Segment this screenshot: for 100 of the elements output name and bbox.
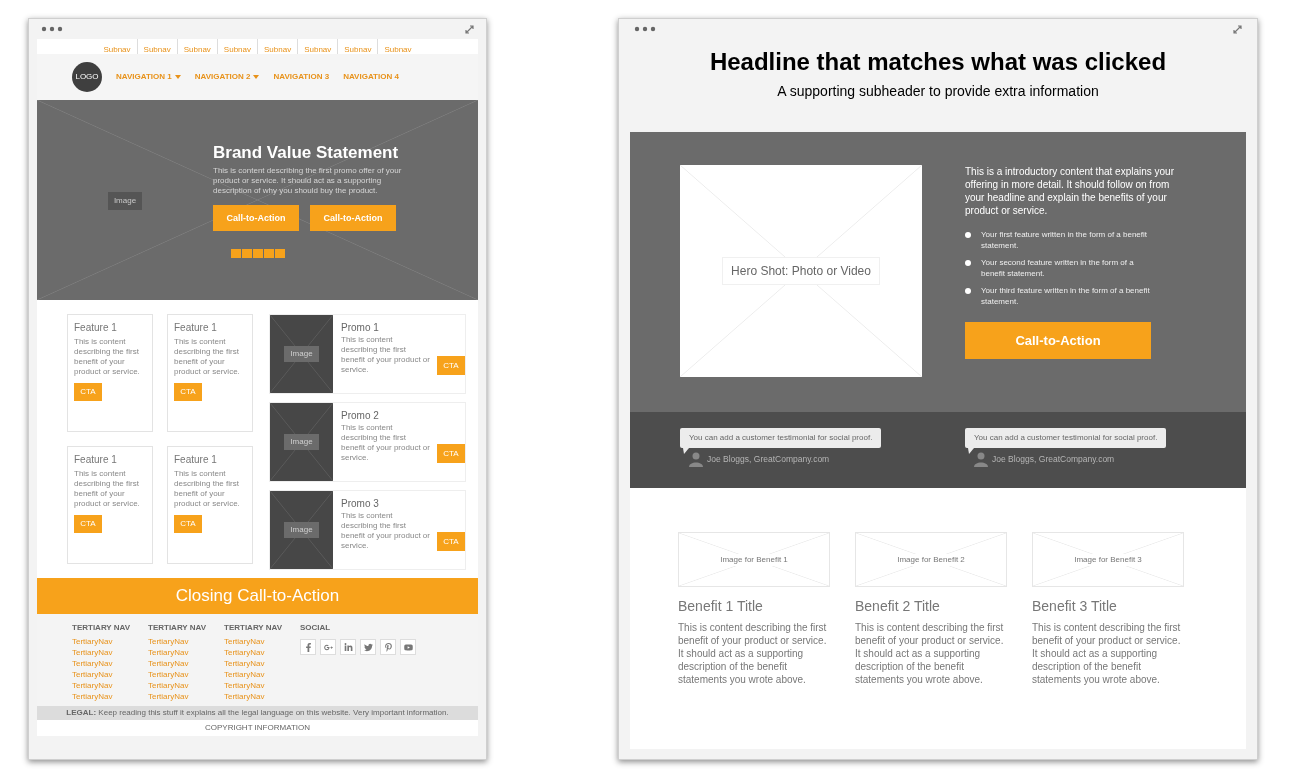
benefit-text: This is content describing the first benefit of your product or service. It should act as a supporting description of the benefit statements you wrote above.: [1032, 621, 1182, 686]
subheader: A supporting subheader to provide extra information: [777, 82, 1099, 101]
subnav-link[interactable]: Subnav: [264, 44, 292, 54]
cta-button[interactable]: CTA: [174, 383, 202, 401]
nav-link[interactable]: NAVIGATION 2: [194, 71, 260, 83]
feature-title: Feature 1: [74, 321, 118, 335]
benefit-title: Benefit 3 Title: [1032, 597, 1118, 616]
bullet-icon: [965, 260, 971, 266]
promo-title: Promo 3: [341, 497, 380, 511]
promo-title: Promo 1: [341, 321, 380, 335]
subnav-link[interactable]: Subnav: [223, 44, 251, 54]
promo-text: This is content describing the first benefit of your product or service.: [341, 423, 431, 463]
nav-link[interactable]: NAVIGATION 3: [273, 71, 330, 83]
hero-title: Brand Value Statement: [213, 142, 400, 164]
footer-link[interactable]: TertiaryNav: [224, 691, 265, 702]
footer-heading: SOCIAL: [300, 622, 332, 634]
feature-text: This is content describing the first benefit of your product or service.: [74, 469, 141, 509]
cta-button[interactable]: CTA: [74, 383, 102, 401]
call-to-action-button[interactable]: Call-to-Action: [213, 205, 299, 232]
benefit-text: This is content describing the first benefit of your product or service. It should act as a supporting description of the benefit statements you wrote above.: [855, 621, 1005, 686]
subnav-link[interactable]: Subnav: [183, 44, 211, 54]
logo[interactable]: LOGO: [72, 62, 102, 92]
feature-text: Your second feature written in the form of a benefit statement.: [981, 257, 1135, 279]
cta-button[interactable]: CTA: [437, 444, 465, 463]
feature-text: This is content describing the first benefit of your product or service.: [74, 337, 141, 377]
promo-text: This is content describing the first benefit of your product or service.: [341, 335, 431, 375]
benefit-title: Benefit 2 Title: [855, 597, 941, 616]
feature-text: Your third feature written in the form of a benefit statement.: [981, 285, 1151, 307]
footer-link[interactable]: TertiaryNav: [224, 658, 265, 669]
person-icon: [974, 452, 988, 467]
footer-link[interactable]: TertiaryNav: [224, 680, 265, 691]
footer-link[interactable]: TertiaryNav: [224, 647, 265, 658]
footer-link[interactable]: TertiaryNav: [72, 647, 113, 658]
testimonial-author: Joe Bloggs, GreatCompany.com: [707, 453, 830, 466]
in-letters-icon[interactable]: [340, 639, 356, 655]
subnav-link[interactable]: Subnav: [143, 44, 171, 54]
promo-text: This is content describing the first benefit of your product or service.: [341, 511, 431, 551]
g-plus-icon[interactable]: [320, 639, 336, 655]
subnav-link[interactable]: Subnav: [344, 44, 372, 54]
cta-button[interactable]: CTA: [174, 515, 202, 533]
call-to-action-button[interactable]: Call-to-Action: [310, 205, 396, 232]
image-label: Hero Shot: Photo or Video: [722, 257, 880, 285]
speech-bubble: You can add a customer testimonial for social proof.: [965, 428, 1167, 448]
feature-text: This is content describing the first benefit of your product or service.: [174, 469, 241, 509]
subnav-link[interactable]: Subnav: [304, 44, 332, 54]
f-letter-icon[interactable]: [300, 639, 316, 655]
call-to-action-button[interactable]: Call-to-Action: [965, 322, 1151, 359]
footer-link[interactable]: TertiaryNav: [148, 680, 189, 691]
hero-text: This is content describing the first promo offer of your product or service. It should act as a supporting description of why you should buy the product.: [213, 166, 403, 197]
footer-heading: TERTIARY NAV: [224, 622, 280, 634]
image-label: Image: [107, 192, 143, 210]
cta-button[interactable]: CTA: [437, 356, 465, 375]
footer-heading: TERTIARY NAV: [148, 622, 204, 634]
image-label: Image: [284, 434, 319, 450]
footer-link[interactable]: TertiaryNav: [224, 636, 265, 647]
feature-title: Feature 1: [74, 453, 118, 467]
nav-link[interactable]: NAVIGATION 4: [343, 71, 399, 83]
copyright-text: COPYRIGHT INFORMATION: [204, 722, 310, 734]
image-label: Image: [284, 346, 319, 362]
bubble-tail-icon: [683, 448, 689, 454]
window-dots-icon: [634, 26, 656, 32]
tube-icon[interactable]: [400, 639, 416, 655]
bubble-tail-icon: [968, 448, 974, 454]
footer-link[interactable]: TertiaryNav: [72, 636, 113, 647]
pager-drawing[interactable]: [231, 249, 286, 259]
closing-cta-banner[interactable]: Closing Call-to-Action: [37, 578, 478, 614]
headline: Headline that matches what was clicked: [709, 47, 1167, 77]
expand-icon[interactable]: [465, 24, 474, 34]
feature-text: Your first feature written in the form of a benefit statement.: [981, 229, 1148, 251]
feature-text: This is content describing the first benefit of your product or service.: [174, 337, 241, 377]
feature-title: Feature 1: [174, 321, 218, 335]
footer-link[interactable]: TertiaryNav: [148, 658, 189, 669]
promo-title: Promo 2: [341, 409, 380, 423]
footer-link[interactable]: TertiaryNav: [72, 680, 113, 691]
benefit-title: Benefit 1 Title: [678, 597, 764, 616]
footer-heading: TERTIARY NAV: [72, 622, 128, 634]
feature-title: Feature 1: [174, 453, 218, 467]
bird-icon[interactable]: [360, 639, 376, 655]
image-label: Image: [284, 522, 319, 538]
p-letter-icon[interactable]: [380, 639, 396, 655]
expand-icon[interactable]: [1233, 24, 1242, 34]
subnav-link[interactable]: Subnav: [384, 44, 412, 54]
cta-button[interactable]: CTA: [74, 515, 102, 533]
footer-link[interactable]: TertiaryNav: [72, 669, 113, 680]
legal-text: LEGAL: Keep reading this stuff it explains all the legal language on this website. Very important information.: [66, 708, 449, 718]
speech-bubble: You can add a customer testimonial for social proof.: [680, 428, 882, 448]
intro-text: This is a introductory content that explains your offering in more detail. It should follow on from your headline and explain the benefits of your product or service.: [965, 165, 1175, 217]
benefit-text: This is content describing the first benefit of your product or service. It should act as a supporting description of the benefit statements you wrote above.: [678, 621, 828, 686]
footer-link[interactable]: TertiaryNav: [72, 658, 113, 669]
subnav-link[interactable]: Subnav: [103, 44, 131, 54]
footer-link[interactable]: TertiaryNav: [148, 669, 189, 680]
window-dots-icon: [41, 26, 63, 32]
footer-link[interactable]: TertiaryNav: [72, 691, 113, 702]
nav-link[interactable]: NAVIGATION 1: [116, 71, 181, 83]
cta-button[interactable]: CTA: [437, 532, 465, 551]
footer-link[interactable]: TertiaryNav: [148, 636, 189, 647]
footer-link[interactable]: TertiaryNav: [148, 691, 189, 702]
footer-link[interactable]: TertiaryNav: [148, 647, 189, 658]
testimonial-author: Joe Bloggs, GreatCompany.com: [992, 453, 1115, 466]
footer-link[interactable]: TertiaryNav: [224, 669, 265, 680]
